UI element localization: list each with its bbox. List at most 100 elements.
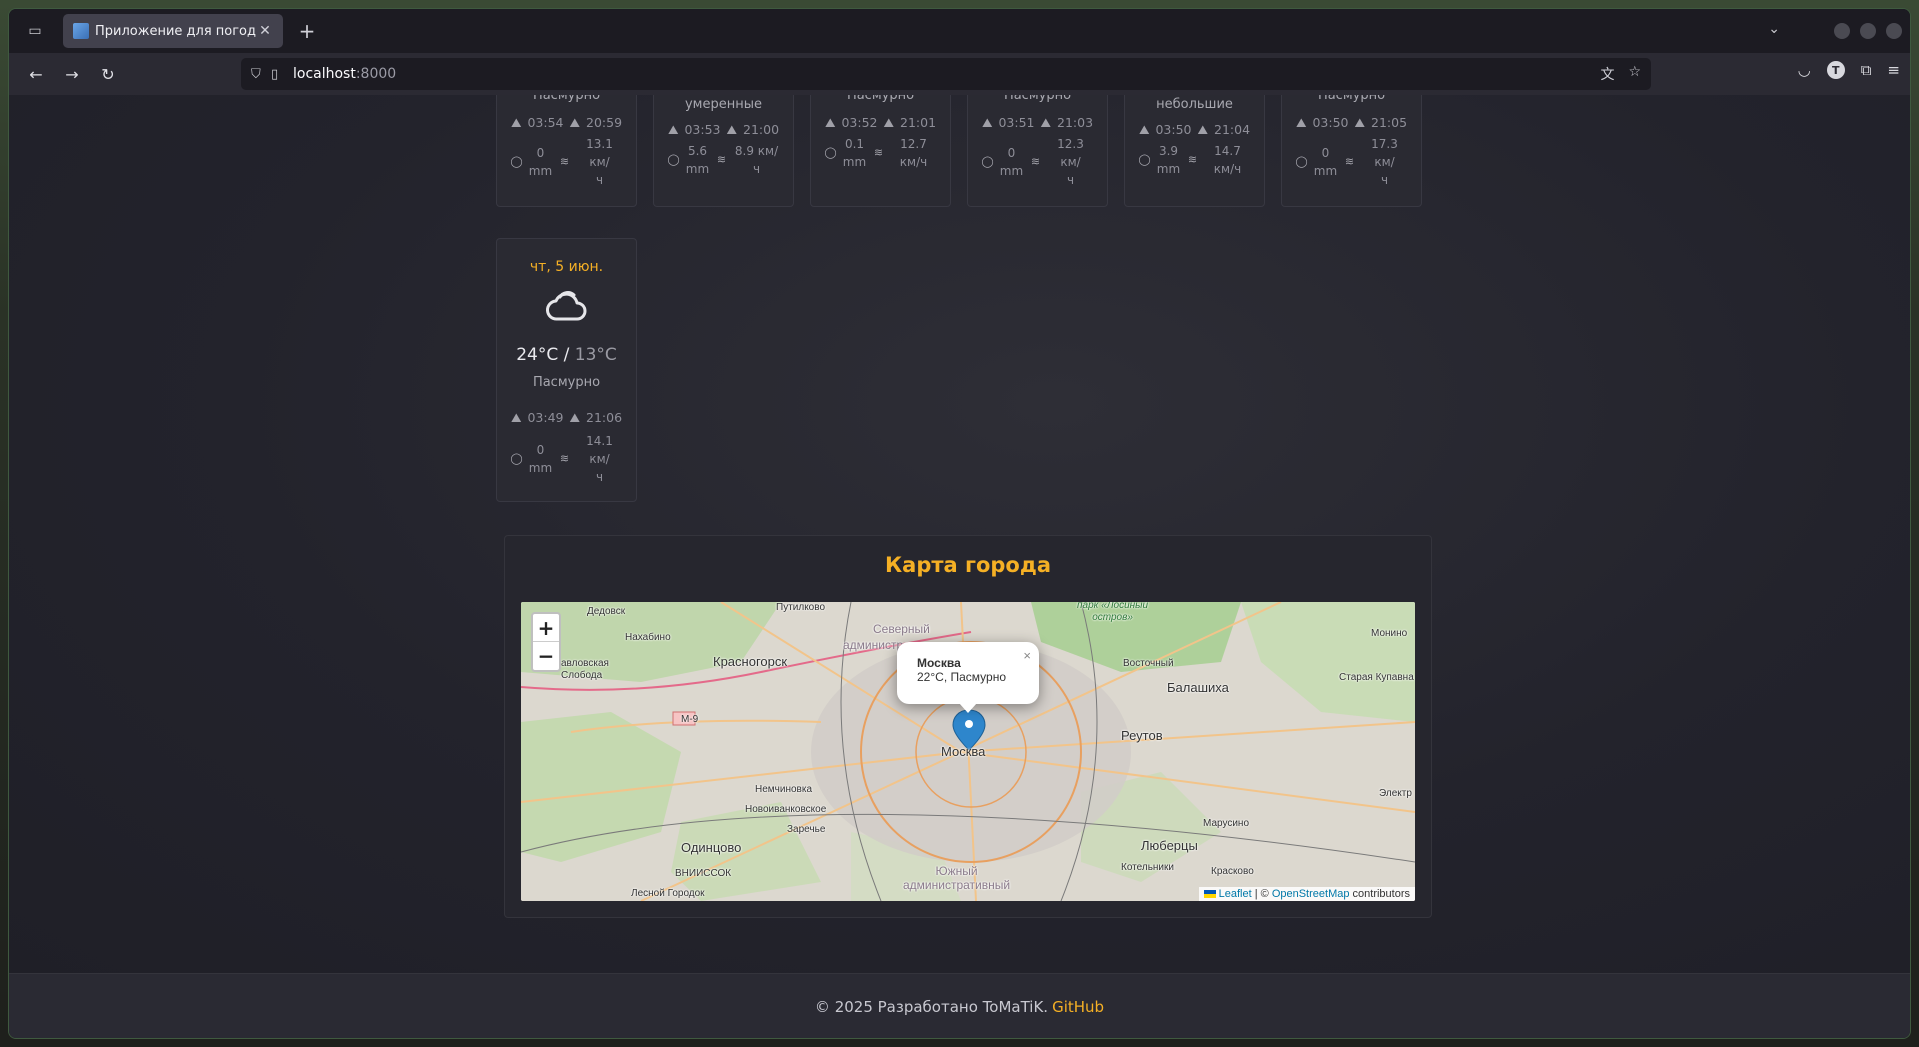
weather-description: Пасмурно	[1317, 95, 1386, 103]
sunrise-time: 03:54	[527, 115, 564, 130]
precip-wind: ◯ 0 mm ≋ 17.3 км/ч	[1282, 135, 1421, 189]
precip-value: 0 mm	[528, 144, 554, 180]
wind-value: 14.7 км/ч	[1204, 142, 1252, 178]
reload-icon[interactable]: ↻	[93, 59, 123, 89]
wind-unit: км/ч	[899, 155, 928, 169]
map-attribution: Leaflet | © OpenStreetMap contributors	[1198, 887, 1415, 901]
droplet-icon: ◯	[510, 155, 523, 168]
leaflet-link[interactable]: Leaflet	[1219, 888, 1252, 900]
tab-list-icon[interactable]: ▭	[21, 17, 49, 45]
wind-unit: ч	[595, 173, 604, 187]
wind-num: 17.3 км/	[1371, 137, 1398, 169]
osm-link[interactable]: OpenStreetMap	[1272, 888, 1350, 900]
translate-icon[interactable]: 文	[1600, 64, 1614, 84]
chevron-down-icon[interactable]: ⌄	[1768, 21, 1780, 37]
shield-icon[interactable]: ⛉	[251, 67, 271, 82]
precip-unit: mm	[1313, 164, 1338, 178]
url-host: localhost	[293, 66, 356, 82]
bookmark-star-icon[interactable]: ☆	[1628, 64, 1641, 84]
wind-unit: ч	[1066, 173, 1075, 187]
sunrise-icon: ⛰	[510, 115, 522, 130]
sunrise-time: 03:51	[998, 115, 1035, 130]
sunrise-time: 03:50	[1312, 115, 1349, 130]
zoom-out-button[interactable]: −	[533, 642, 559, 670]
sunrise-time: 03:50	[1155, 122, 1192, 137]
wind-num: 12.7	[900, 137, 927, 151]
precip-wind: ◯ 0 mm ≋ 13.1 км/ч	[497, 135, 636, 189]
map-label-zarechye: Заречье	[787, 824, 826, 835]
popup-close-button[interactable]: ×	[1023, 648, 1031, 663]
map-label-lyubertsy: Люберцы	[1141, 838, 1198, 853]
precip-wind: ◯ 0 mm ≋ 14.1 км/ч	[497, 432, 636, 486]
minimize-button[interactable]	[1834, 23, 1850, 39]
wind-icon: ≋	[559, 155, 570, 168]
window-controls	[1834, 23, 1902, 39]
weather-description: Ливни умеренные	[684, 97, 762, 112]
close-window-button[interactable]	[1886, 23, 1902, 39]
cloud-icon	[545, 291, 586, 321]
map-label-reutov: Реутов	[1121, 728, 1163, 743]
popup-weather-text: 22°C, Пасмурно	[917, 670, 1007, 684]
wind-num: 14.7	[1214, 144, 1241, 158]
sun-times: ⛰ 03:50 ⛰ 21:04	[1125, 122, 1264, 138]
sunset-icon: ⛰	[1197, 122, 1209, 137]
sunset-icon: ⛰	[569, 410, 581, 425]
map-label-dedovsk: Дедовск	[587, 606, 626, 617]
page-footer: © 2025 Разработано ToMaTiK. GitHub	[9, 973, 1910, 1038]
droplet-icon: ◯	[667, 153, 680, 166]
favicon-icon	[73, 23, 89, 39]
wind-unit: ч	[595, 470, 604, 484]
ukraine-flag-icon	[1203, 890, 1216, 899]
precip-value: 5.6 mm	[685, 142, 711, 178]
forward-arrow-icon[interactable]: →	[57, 59, 87, 89]
precip-value: 0.1 mm	[842, 135, 868, 171]
wind-num: 8.9 км/	[734, 144, 779, 158]
zoom-control: + −	[531, 612, 561, 672]
precip-unit: mm	[842, 155, 867, 169]
sunrise-icon: ⛰	[1138, 122, 1150, 137]
map-label-balashikha: Балашиха	[1167, 680, 1229, 695]
footer-text: © 2025 Разработано ToMaTiK.	[814, 998, 1049, 1016]
wind-value: 12.7 км/ч	[890, 135, 938, 171]
wind-icon: ≋	[1187, 153, 1198, 166]
precip-wind: ◯ 0 mm ≋ 12.3 км/ч	[968, 135, 1107, 189]
maximize-button[interactable]	[1860, 23, 1876, 39]
wind-value: 17.3 км/ч	[1361, 135, 1409, 189]
sunrise-time: 03:49	[527, 410, 564, 425]
zoom-in-button[interactable]: +	[533, 614, 559, 642]
account-avatar[interactable]: T	[1826, 61, 1845, 79]
map-label-m9: М-9	[681, 714, 699, 725]
address-bar[interactable]: ⛉ ▯ localhost:8000 文 ☆	[241, 58, 1651, 90]
precip-num: 0	[536, 443, 545, 457]
page-icon: ▯	[271, 66, 279, 82]
wind-icon: ≋	[873, 146, 884, 159]
new-tab-button[interactable]: +	[295, 19, 319, 43]
back-arrow-icon[interactable]: ←	[21, 59, 51, 89]
weather-description: Пасмурно	[532, 375, 601, 390]
tab-weather-app[interactable]: Приложение для погоды ✕	[63, 14, 283, 48]
city-map[interactable]: М-9 Москва Красногорск Балашиха Реутов О…	[521, 602, 1415, 901]
extensions-icon[interactable]: ⧉	[1861, 61, 1872, 79]
weather-description: Пасмурно	[846, 95, 915, 103]
precip-wind: ◯ 5.6 mm ≋ 8.9 км/ч	[654, 142, 793, 178]
page-content: Пасмурно⛰03:54⛰20:59◯0mm≋13.1 км/чЛивни …	[9, 95, 1910, 973]
map-title: Карта города	[884, 553, 1051, 577]
popup-city-name: Москва	[917, 656, 961, 670]
precip-wind: ◯ 3.9 mm ≋ 14.7 км/ч	[1125, 142, 1264, 178]
droplet-icon: ◯	[824, 146, 837, 159]
sun-times: ⛰ 03:53 ⛰ 21:00	[654, 122, 793, 138]
map-label-moskva: Москва	[941, 744, 986, 759]
precip-unit: mm	[528, 164, 553, 178]
sun-times: ⛰ 03:51 ⛰ 21:03	[968, 115, 1107, 131]
wind-value: 14.1 км/ч	[576, 432, 624, 486]
droplet-icon: ◯	[1295, 155, 1308, 168]
menu-icon[interactable]: ≡	[1887, 61, 1900, 79]
github-link[interactable]: GitHub	[1052, 998, 1104, 1016]
attribution-separator: | ©	[1251, 888, 1272, 900]
sunrise-icon: ⛰	[1295, 115, 1307, 130]
weather-description: Пасмурно	[1003, 95, 1072, 103]
precip-unit: mm	[999, 164, 1024, 178]
close-tab-icon[interactable]: ✕	[257, 23, 273, 39]
wind-value: 8.9 км/ч	[733, 142, 781, 178]
pocket-icon[interactable]: ◡	[1798, 61, 1811, 79]
